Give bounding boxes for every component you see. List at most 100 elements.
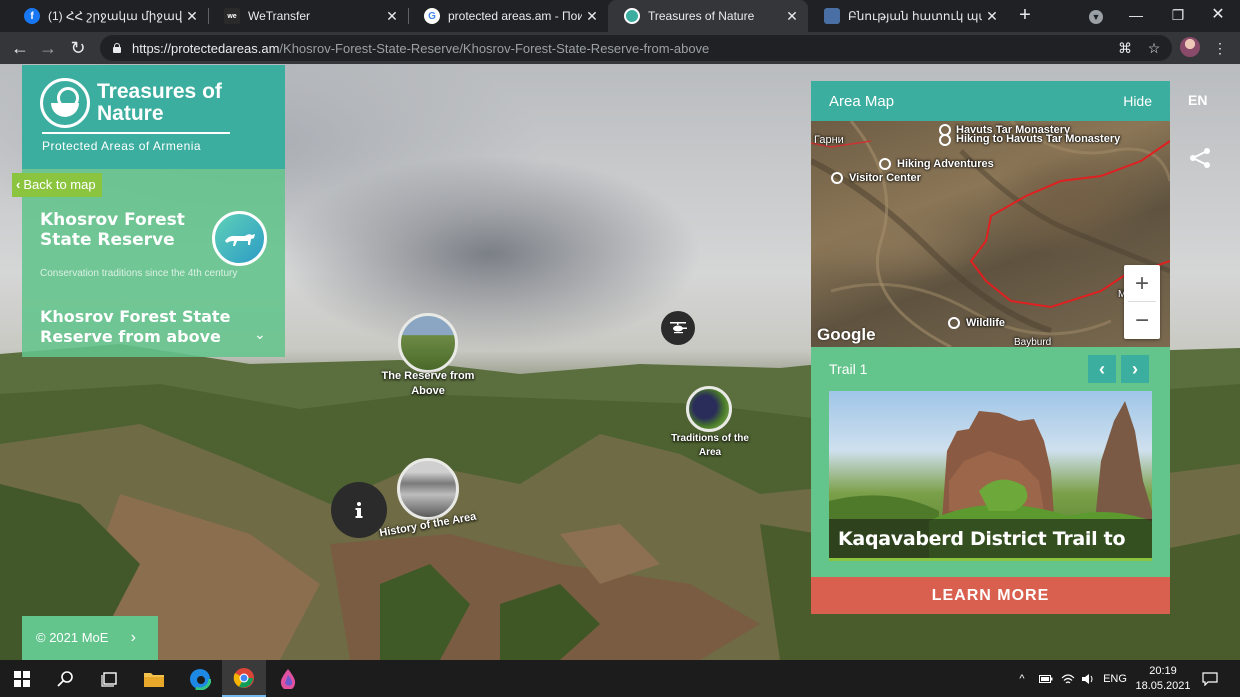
panorama-viewer[interactable]: Treasures of Nature Protected Areas of A… [0,64,1240,660]
reload-icon[interactable]: ↻ [66,36,90,60]
paint-drop-icon[interactable] [266,660,310,697]
map-label[interactable]: Hiking to Havuts Tar Monastery [956,133,1120,145]
map-pin-icon[interactable] [831,172,843,184]
chrome-icon[interactable] [222,660,266,697]
info-icon [355,502,363,518]
lock-icon [112,43,122,53]
google-icon: G [424,8,440,24]
chevron-right-icon: › [1132,359,1138,379]
map-label[interactable]: Hiking Adventures [897,158,994,170]
notifications-icon[interactable] [1198,660,1222,697]
wifi-icon[interactable] [1058,660,1078,697]
tab-title: (1) ՀՀ շրջակա միջավայրի նախ [48,9,182,23]
edge-icon[interactable] [178,660,222,697]
close-window-icon[interactable]: ✕ [1198,0,1238,32]
battery-icon[interactable] [1036,660,1056,697]
map-label[interactable]: Wildlife [966,317,1005,329]
volume-icon[interactable] [1078,660,1098,697]
file-explorer-icon[interactable] [132,660,176,697]
chevron-up-icon[interactable]: ^ [1012,660,1032,697]
restore-icon[interactable]: ❐ [1158,0,1198,32]
task-view-icon[interactable] [88,660,132,697]
tab-wetransfer[interactable]: we WeTransfer ✕ [208,0,408,32]
map-pin-icon[interactable] [948,317,960,329]
tab-armenian-site[interactable]: Բնության հատուկ պահպ ✕ [808,0,1008,32]
wetransfer-icon: we [224,8,240,24]
tab-treasures-of-nature[interactable]: Treasures of Nature ✕ [608,0,808,32]
trail-photo[interactable]: Kaqavaberd District Trail to Chapel [829,391,1152,561]
close-icon[interactable]: ✕ [182,8,202,25]
url-host: https://protectedareas.am [132,40,280,56]
map-label: Bayburd [1014,337,1052,347]
area-map-panel: Area Map Hide Havuts Tar Monastery Hikin… [811,81,1170,614]
copyright-button[interactable]: © 2021 MoE › [22,616,158,660]
treasures-icon [624,8,640,24]
browser-tab-bar: f (1) ՀՀ շրջակա միջավայրի նախ ✕ we WeTra… [0,0,1240,32]
leopard-icon [212,211,267,266]
divider [42,132,230,134]
trail-label: Trail 1 [829,361,868,377]
back-to-map-label: Back to map [23,177,96,192]
divider [1128,301,1156,302]
windows-start-icon[interactable] [0,660,44,697]
map-label: Гарни [814,134,844,146]
minimize-icon[interactable]: — [1116,0,1156,32]
back-to-map-button[interactable]: ‹ Back to map [12,173,102,197]
learn-more-button[interactable]: LEARN MORE [811,577,1170,614]
trail-next-button[interactable]: › [1121,355,1149,383]
zoom-out-button[interactable]: − [1124,302,1160,339]
map-pin-icon[interactable] [939,134,951,146]
hotspot-traditions[interactable] [686,386,732,432]
hotspot-label[interactable]: The Reserve from Above [366,369,490,399]
close-icon[interactable]: ✕ [382,8,402,25]
chevron-down-icon[interactable]: ⌄ [254,326,266,343]
map-terrain [811,121,1170,347]
tab-search-icon[interactable]: ▼ [1076,0,1116,32]
brand-subtitle: Protected Areas of Armenia [42,139,202,153]
tab-facebook[interactable]: f (1) ՀՀ շրջակա միջավայրի նախ ✕ [8,0,208,32]
close-icon[interactable]: ✕ [982,8,1002,25]
input-language[interactable]: ENG [1100,660,1130,697]
facebook-icon: f [24,8,40,24]
hotspot-label[interactable]: Traditions of the Area [662,432,758,460]
area-map[interactable]: Havuts Tar Monastery Hiking to Havuts Ta… [811,121,1170,347]
zoom-in-button[interactable]: + [1124,265,1160,302]
share-icon[interactable] [1188,146,1212,170]
address-bar[interactable]: https://protectedareas.am/Khosrov-Forest… [100,35,1172,61]
helicopter-icon [670,322,687,334]
clock-time: 20:19 [1149,665,1177,677]
menu-kebab-icon[interactable]: ⋮ [1211,39,1229,57]
hide-button[interactable]: Hide [1123,93,1152,109]
google-logo: Google [817,325,876,344]
close-icon[interactable]: ✕ [582,8,602,25]
translate-icon[interactable]: ⌘ [1116,39,1134,57]
close-icon[interactable]: ✕ [782,8,802,25]
map-title: Area Map [829,93,895,110]
system-clock[interactable]: 20:19 18.05.2021 [1134,664,1192,694]
new-tab-button[interactable]: + [1015,4,1035,26]
trail-caption: Kaqavaberd District Trail to Chapel [829,519,1152,561]
map-pin-icon[interactable] [879,158,891,170]
clock-date: 18.05.2021 [1135,680,1191,692]
site-icon [824,8,840,24]
tab-title: protected areas.am - Поиск в [448,9,582,23]
hotspot-history[interactable] [397,458,459,520]
scene-title: Khosrov Forest State Reserve from above [40,307,231,346]
language-switcher[interactable]: EN [1188,92,1207,108]
forward-arrow-icon[interactable]: → [36,36,60,60]
trail-prev-button[interactable]: ‹ [1088,355,1116,383]
map-header: Area Map Hide [811,81,1170,121]
info-button[interactable] [331,482,387,538]
hotspot-reserve-from-above[interactable] [398,313,458,373]
profile-avatar[interactable] [1180,37,1200,57]
search-icon[interactable] [44,660,88,697]
brand-header[interactable]: Treasures of Nature Protected Areas of A… [22,65,285,169]
bookmark-star-icon[interactable]: ☆ [1145,39,1163,57]
treasures-logo-icon [40,78,90,128]
helicopter-button[interactable] [661,311,695,345]
back-arrow-icon[interactable]: ← [8,36,32,60]
map-label[interactable]: Visitor Center [849,172,921,184]
chevron-left-icon: ‹ [1099,359,1105,379]
tab-google-search[interactable]: G protected areas.am - Поиск в ✕ [408,0,608,32]
windows-taskbar: ^ ENG 20:19 18.05.2021 [0,660,1240,697]
